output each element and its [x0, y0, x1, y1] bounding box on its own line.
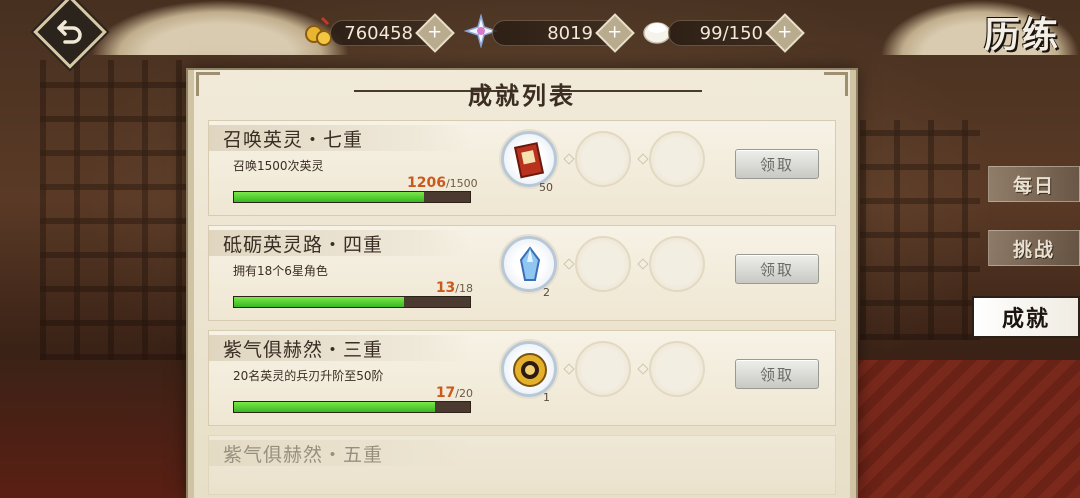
- slot-separator: [563, 153, 575, 165]
- achievement-row: 召唤英灵・七重 召唤1500次英灵 1206/1500 50 领取: [208, 120, 836, 216]
- progress-total: /18: [455, 282, 473, 295]
- reward-slot-empty: [575, 131, 631, 187]
- slot-separator: [563, 363, 575, 375]
- summon-scroll-icon: [513, 142, 545, 179]
- progress-current: 17: [435, 385, 456, 401]
- progress-current: 13: [435, 280, 456, 296]
- achievement-name: 紫气俱赫然・三重: [209, 335, 471, 361]
- reward-count: 50: [539, 181, 553, 194]
- tab-daily[interactable]: 每日: [988, 166, 1080, 202]
- reward-slot-empty: [649, 236, 705, 292]
- panel-title: 成就列表: [468, 81, 576, 110]
- gold-value: 760458: [344, 22, 413, 44]
- stamina-counter: 99/150 +: [668, 13, 805, 53]
- progress-bar-fill: [234, 402, 435, 412]
- achievement-row: 紫气俱赫然・三重 20名英灵的兵刃升阶至50阶 17/20 1 领取: [208, 330, 836, 426]
- crystal-counter: 8019 +: [492, 13, 635, 53]
- progress-bar: [233, 296, 471, 308]
- progress-total: /1500: [445, 177, 478, 190]
- achievement-name: 召唤英灵・七重: [209, 125, 471, 151]
- reward-slot[interactable]: [501, 236, 557, 292]
- slot-separator: [637, 153, 649, 165]
- reward-slot-empty: [575, 341, 631, 397]
- progress-bar: [233, 401, 471, 413]
- background-lattice-window-right: [860, 120, 980, 340]
- reward-slot[interactable]: [501, 341, 557, 397]
- reward-slot-empty: [575, 236, 631, 292]
- claim-button[interactable]: 领取: [735, 254, 819, 284]
- gold-counter: 760458 +: [330, 13, 455, 53]
- tab-achievement[interactable]: 成就: [972, 296, 1080, 338]
- reward-slot-empty: [649, 341, 705, 397]
- achievement-progress-text: 1206/1500: [407, 175, 478, 191]
- achievement-row: 砥砺英灵路・四重 拥有18个6星角色 13/18 2 领取: [208, 225, 836, 321]
- achievement-description: 20名英灵的兵刃升阶至50阶: [233, 369, 384, 383]
- reward-slot-empty: [649, 131, 705, 187]
- achievement-panel: 成就列表 召唤英灵・七重 召唤1500次英灵 1206/1500 50 领取 砥…: [188, 70, 856, 498]
- progress-current: 1206: [407, 175, 446, 191]
- background-carpet: [850, 360, 1080, 498]
- slot-separator: [563, 258, 575, 270]
- achievement-list[interactable]: 召唤英灵・七重 召唤1500次英灵 1206/1500 50 领取 砥砺英灵路・…: [208, 120, 836, 498]
- achievement-description: 召唤1500次英灵: [233, 159, 324, 173]
- page-title: 历练: [984, 14, 1061, 56]
- background-lattice-window: [40, 60, 190, 360]
- crystal-value: 8019: [547, 22, 593, 44]
- achievement-row: 紫气俱赫然・五重: [208, 435, 836, 495]
- reward-slot[interactable]: [501, 131, 557, 187]
- achievement-progress-text: 17/20: [407, 385, 473, 401]
- tab-challenge[interactable]: 挑战: [988, 230, 1080, 266]
- reward-count: 2: [543, 286, 550, 299]
- slot-separator: [637, 258, 649, 270]
- claim-button[interactable]: 领取: [735, 149, 819, 179]
- slot-separator: [637, 363, 649, 375]
- achievement-progress-text: 13/18: [407, 280, 473, 296]
- stamina-value: 99/150: [699, 22, 763, 44]
- back-arrow-icon: [57, 20, 82, 44]
- progress-bar-fill: [234, 297, 405, 307]
- progress-bar-fill: [234, 192, 424, 202]
- blue-crystal-icon: [519, 246, 541, 281]
- achievement-description: 拥有18个6星角色: [233, 264, 328, 278]
- progress-total: /20: [455, 387, 473, 400]
- gold-medal-icon: [513, 353, 547, 387]
- achievement-name: 砥砺英灵路・四重: [209, 230, 471, 256]
- progress-bar: [233, 191, 471, 203]
- claim-button[interactable]: 领取: [735, 359, 819, 389]
- achievement-name: 紫气俱赫然・五重: [209, 440, 471, 466]
- reward-count: 1: [543, 391, 550, 404]
